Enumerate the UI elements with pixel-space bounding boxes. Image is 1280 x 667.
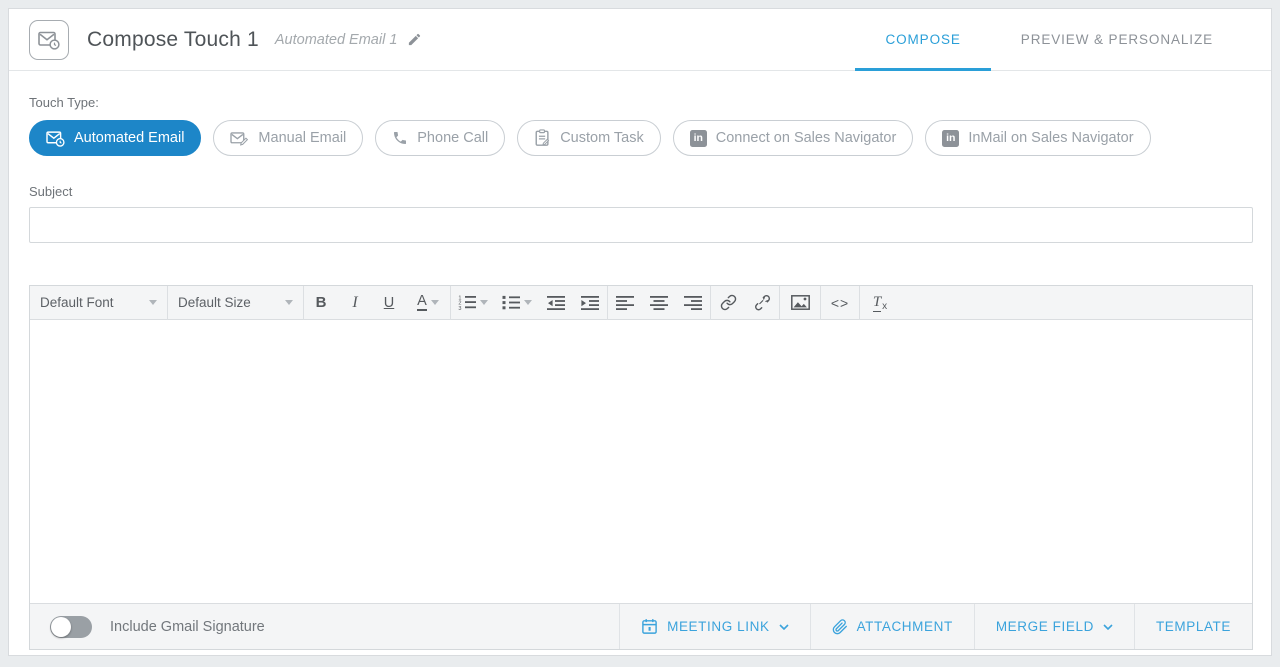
touch-type-automated-email[interactable]: Automated Email [29,120,201,156]
touch-type-label: Custom Task [560,130,644,146]
meeting-link-button[interactable]: MEETING LINK [619,604,809,649]
source-code-button[interactable]: <> [821,286,859,319]
header-tabs: COMPOSE PREVIEW & PERSONALIZE [855,9,1243,70]
tab-compose[interactable]: COMPOSE [855,9,990,70]
subject-label: Subject [29,184,1251,199]
custom-task-icon [534,129,551,147]
touch-type-manual-email[interactable]: Manual Email [213,120,363,156]
email-body-input[interactable] [30,320,1252,603]
insert-link-button[interactable] [711,286,745,319]
ordered-list-icon: 123 [458,295,476,310]
subject-input[interactable] [29,207,1253,243]
gmail-signature-control: Include Gmail Signature [30,604,265,649]
touch-type-label: Manual Email [258,130,346,146]
touch-name-subtitle: Automated Email 1 [275,32,398,48]
clear-formatting-icon: T [873,294,881,312]
automated-email-icon [29,20,69,60]
outdent-button[interactable] [539,286,573,319]
underline-button[interactable]: U [372,286,406,319]
chevron-down-icon [480,300,488,305]
touch-type-label: Touch Type: [29,95,1251,110]
touch-type-phone-call[interactable]: Phone Call [375,120,505,156]
outdent-icon [547,296,565,310]
page-title: Compose Touch 1 [87,28,259,52]
align-center-icon [650,296,668,310]
linkedin-icon: in [942,130,959,147]
svg-text:3: 3 [458,306,461,310]
touch-type-custom-task[interactable]: Custom Task [517,120,661,156]
manual-email-icon [230,130,249,147]
touch-type-label: Connect on Sales Navigator [716,130,897,146]
chevron-down-icon [149,300,157,305]
align-left-icon [616,296,634,310]
chevron-down-icon [524,300,532,305]
font-family-dropdown[interactable]: Default Font [30,286,167,319]
calendar-icon [641,618,658,635]
linkedin-icon: in [690,130,707,147]
link-icon [720,294,737,311]
touch-type-connect-sales-navigator[interactable]: in Connect on Sales Navigator [673,120,914,156]
include-gmail-signature-toggle[interactable] [50,616,92,638]
gmail-signature-label: Include Gmail Signature [110,619,265,635]
clear-formatting-button[interactable]: T x [860,286,900,319]
insert-image-button[interactable] [780,286,820,319]
main: Touch Type: Automated Email Manual Email [9,71,1271,650]
align-center-button[interactable] [642,286,676,319]
unordered-list-button[interactable] [495,286,539,319]
phone-icon [392,130,408,146]
chevron-down-icon [1103,624,1113,630]
image-icon [791,295,810,310]
toggle-knob [51,617,71,637]
editor-toolbar: Default Font Default Size B I U A [30,286,1252,320]
automated-email-icon [46,130,65,147]
unlink-icon [754,294,771,311]
touch-type-label: InMail on Sales Navigator [968,130,1133,146]
indent-icon [581,296,599,310]
chevron-down-icon [431,300,439,305]
font-size-dropdown[interactable]: Default Size [168,286,303,319]
edit-name-icon[interactable] [407,32,422,47]
unordered-list-icon [502,295,520,310]
touch-type-inmail-sales-navigator[interactable]: in InMail on Sales Navigator [925,120,1150,156]
remove-link-button[interactable] [745,286,779,319]
touch-type-label: Phone Call [417,130,488,146]
tab-preview-personalize[interactable]: PREVIEW & PERSONALIZE [991,9,1243,70]
chevron-down-icon [285,300,293,305]
touch-type-options: Automated Email Manual Email Phone Call [29,120,1251,156]
email-body-editor: Default Font Default Size B I U A [29,285,1253,650]
align-right-icon [684,296,702,310]
compose-touch-panel: Compose Touch 1 Automated Email 1 COMPOS… [8,8,1272,656]
text-color-button[interactable]: A [406,286,450,319]
template-button[interactable]: TEMPLATE [1134,604,1252,649]
align-right-button[interactable] [676,286,710,319]
footer-actions: MEETING LINK ATTACHMENT MERGE FIELD [619,604,1252,649]
indent-button[interactable] [573,286,607,319]
code-icon: <> [831,295,849,311]
header: Compose Touch 1 Automated Email 1 COMPOS… [9,9,1271,71]
ordered-list-button[interactable]: 123 [451,286,495,319]
bold-button[interactable]: B [304,286,338,319]
attachment-icon [832,619,848,635]
touch-type-label: Automated Email [74,130,184,146]
editor-footer: Include Gmail Signature MEETING LINK [30,603,1252,649]
italic-button[interactable]: I [338,286,372,319]
chevron-down-icon [779,624,789,630]
align-left-button[interactable] [608,286,642,319]
attachment-button[interactable]: ATTACHMENT [810,604,974,649]
merge-field-button[interactable]: MERGE FIELD [974,604,1134,649]
